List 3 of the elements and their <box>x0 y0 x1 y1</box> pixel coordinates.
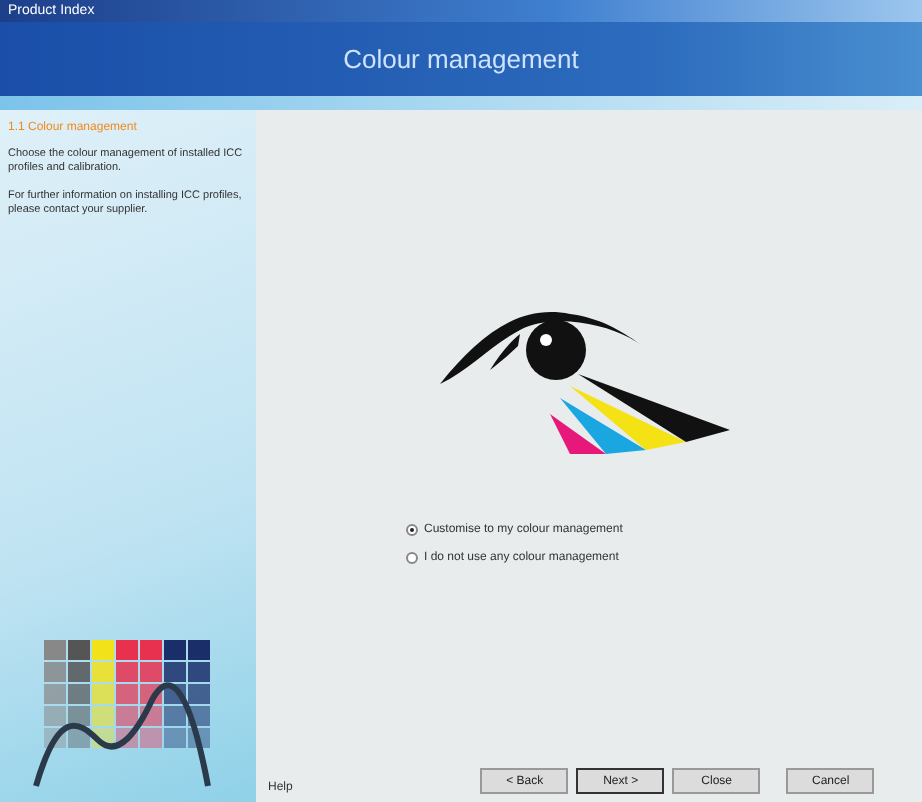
header-title: Colour management <box>343 44 579 74</box>
radio-button[interactable] <box>406 552 418 564</box>
radio-button[interactable] <box>406 524 418 536</box>
